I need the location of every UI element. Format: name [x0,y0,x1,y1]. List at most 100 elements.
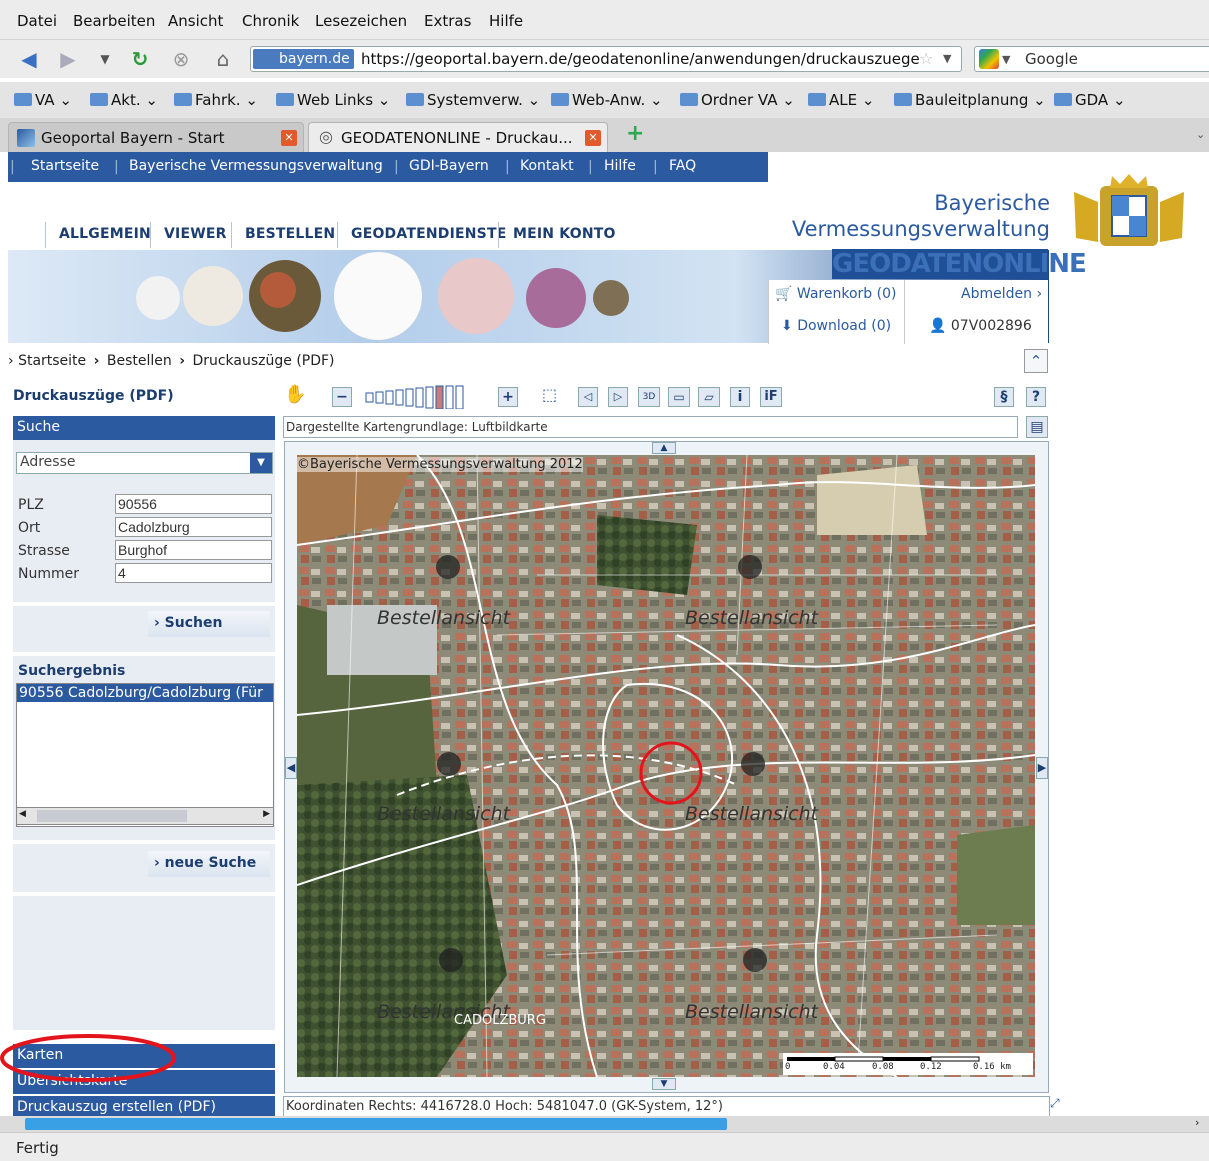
search-section-header[interactable]: Suche [13,416,275,440]
horizontal-scrollbar[interactable]: ◀ ▶ [16,807,274,825]
nummer-field[interactable] [115,563,272,583]
topnav-vermessungsverwaltung[interactable]: Bayerische Vermessungsverwaltung [129,158,383,174]
cart-link[interactable]: 🛒 Warenkorb (0) [775,286,896,302]
user-id: 👤 07V002896 [929,318,1032,334]
bookmark-folder[interactable]: Akt. ⌄ [90,91,158,109]
result-item[interactable]: 90556 Cadolzburg/Cadolzburg (Für [17,684,273,702]
plz-field[interactable] [115,494,272,514]
pan-icon[interactable]: ✋ [284,384,306,405]
feature-info-icon[interactable]: iF [760,387,782,407]
search-type-select[interactable]: Adresse ▼ [16,452,273,474]
scale-bar: 0 0.04 0.08 0.12 0.16 km [783,1053,1033,1075]
favicon-icon: ◎ [319,127,333,146]
url-dropdown-icon[interactable]: ▼ [943,52,951,65]
bookmark-folder[interactable]: Ordner VA ⌄ [680,91,795,109]
zoom-in-button[interactable]: + [498,387,518,407]
engine-dropdown-icon[interactable]: ▼ [1002,53,1010,66]
site-identity[interactable]: bayern.de [253,49,354,69]
tab-bar: Geoportal Bayern - Start ✕ ◎ GEODATENONL… [0,118,1209,152]
collapse-header-button[interactable]: ⌃ [1024,349,1048,373]
new-search-button[interactable]: › neue Suche [148,851,270,877]
tab-geoportal-start[interactable]: Geoportal Bayern - Start ✕ [8,122,304,152]
menu-extras[interactable]: Extras [424,12,471,30]
topnav-faq[interactable]: FAQ [669,158,696,174]
user-icon: 👤 [929,318,947,334]
mainnav-allgemein[interactable]: ALLGEMEIN [59,226,151,242]
pan-east-button[interactable]: ▶ [1036,757,1048,779]
bookmark-folder[interactable]: Systemverw. ⌄ [406,91,540,109]
bookmark-folder[interactable]: ALE ⌄ [808,91,874,109]
topnav-hilfe[interactable]: Hilfe [604,158,636,174]
place-label: CADOLZBURG [454,1013,546,1028]
order-label: Bestellansicht [685,607,819,629]
tab-list-icon[interactable]: ⌄ [1196,128,1205,141]
measure-area-icon[interactable]: ⏥ [698,387,720,407]
3d-icon[interactable]: 3D [638,387,660,407]
bookmark-folder[interactable]: Web-Anw. ⌄ [551,91,663,109]
panel-title: Druckauszüge (PDF) [13,388,174,404]
status-bar: Fertig [0,1132,1209,1161]
order-label: Bestellansicht [377,803,511,825]
tab-geodatenonline[interactable]: ◎ GEODATENONLINE - Druckau... ✕ [308,122,608,152]
bookmark-folder[interactable]: VA ⌄ [14,91,72,109]
breadcrumb-bestellen[interactable]: Bestellen [107,353,172,369]
help-icon[interactable]: ? [1026,387,1046,407]
zoom-slider[interactable] [364,385,484,410]
mainnav-viewer[interactable]: VIEWER [164,226,227,242]
coat-of-arms-icon [1074,174,1184,246]
topnav-kontakt[interactable]: Kontakt [520,158,574,174]
previous-view-icon[interactable]: ◁ [578,387,598,407]
fullscreen-icon[interactable]: ⤢ [1050,1096,1060,1111]
bookmark-folder[interactable]: GDA ⌄ [1054,91,1126,109]
menu-datei[interactable]: Datei [17,12,57,30]
layers-icon[interactable]: ▤ [1026,416,1048,438]
home-icon[interactable]: ⌂ [210,47,236,71]
menu-hilfe[interactable]: Hilfe [489,12,523,30]
logout-link[interactable]: Abmelden › [961,286,1042,302]
zoom-box-icon[interactable]: ⬚ [542,385,557,404]
pan-north-button[interactable]: ▲ [652,442,676,454]
next-view-icon[interactable]: ▷ [608,387,628,407]
new-tab-icon[interactable]: + [626,121,644,146]
topnav-gdi-bayern[interactable]: GDI-Bayern [409,158,489,174]
bookmark-folder[interactable]: Bauleitplanung ⌄ [894,91,1046,109]
mainnav-geodatendienste[interactable]: GEODATENDIENSTE [351,226,506,242]
url-bar[interactable]: bayern.de https://geoportal.bayern.de/ge… [250,46,962,72]
search-engine-label: Google [1025,50,1078,68]
strasse-field[interactable] [115,540,272,560]
mainnav-bestellen[interactable]: BESTELLEN [245,226,335,242]
search-bar[interactable]: ▼ Google [974,46,1209,72]
search-button[interactable]: › Suchen [148,611,270,637]
mainnav-mein-konto[interactable]: MEIN KONTO [513,226,616,242]
account-box: 🛒 Warenkorb (0) Abmelden › ⬇ Download (0… [768,280,1048,344]
menu-bearbeiten[interactable]: Bearbeiten [73,12,155,30]
measure-distance-icon[interactable]: ▭ [668,387,690,407]
close-tab-icon[interactable]: ✕ [585,130,601,146]
pan-south-button[interactable]: ▼ [652,1078,676,1090]
close-tab-icon[interactable]: ✕ [281,130,297,146]
pan-west-button[interactable]: ◀ [285,757,297,779]
history-dropdown-icon[interactable]: ▼ [92,47,118,71]
stop-icon[interactable]: ⊗ [168,47,194,71]
chevron-down-icon: ▼ [250,453,272,473]
bookmark-folder[interactable]: Web Links ⌄ [276,91,390,109]
aerial-map[interactable]: ©Bayerische Vermessungsverwaltung 2012 B… [297,455,1035,1077]
menu-ansicht[interactable]: Ansicht [168,12,223,30]
reload-icon[interactable]: ↻ [127,47,153,71]
menu-chronik[interactable]: Chronik [242,12,299,30]
topnav-startseite[interactable]: Startseite [31,158,99,174]
portal-top-nav: | Startseite | Bayerische Vermessungsver… [8,152,768,182]
bookmark-folder[interactable]: Fahrk. ⌄ [174,91,258,109]
legal-icon[interactable]: § [994,387,1014,407]
info-icon[interactable]: i [730,387,750,407]
bookmark-star-icon[interactable]: ☆ [919,49,933,68]
back-icon[interactable]: ◀ [16,47,42,71]
zoom-out-button[interactable]: − [332,387,352,407]
breadcrumb-startseite[interactable]: Startseite [18,353,86,369]
plz-label: PLZ [18,497,44,513]
page-horizontal-scrollbar[interactable]: › [0,1116,1209,1132]
ort-field[interactable] [115,517,272,537]
download-link[interactable]: ⬇ Download (0) [781,318,891,334]
forward-icon[interactable]: ▶ [55,47,81,71]
menu-lesezeichen[interactable]: Lesezeichen [315,12,407,30]
